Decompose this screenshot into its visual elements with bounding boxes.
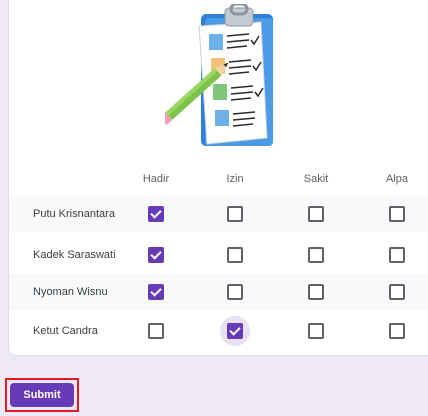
checkbox-putu-hadir[interactable]: [148, 206, 164, 222]
checkbox-putu-alpa[interactable]: [389, 206, 405, 222]
checkbox-ketut-sakit[interactable]: [308, 323, 324, 339]
row-label: Ketut Candra: [33, 325, 98, 337]
row-label: Kadek Saraswati: [33, 249, 116, 261]
grid-row-kadek-saraswati: Kadek Saraswati: [9, 237, 428, 273]
column-header-alpa: Alpa: [385, 173, 409, 185]
submit-highlight-box: Submit: [5, 378, 79, 412]
checkbox-kadek-izin[interactable]: [227, 247, 243, 263]
checkbox-kadek-hadir[interactable]: [148, 247, 164, 263]
column-header-hadir: Hadir: [142, 173, 170, 185]
row-label: Putu Krisnantara: [33, 208, 115, 220]
grid-row-putu-krisnantara: Putu Krisnantara: [9, 196, 428, 232]
checkbox-putu-izin[interactable]: [227, 206, 243, 222]
form-card: Hadir Izin Sakit Alpa Putu Krisnantara K…: [8, 0, 428, 356]
checkbox-nyoman-izin[interactable]: [227, 284, 243, 300]
grid-row-nyoman-wisnu: Nyoman Wisnu: [9, 274, 428, 310]
checkbox-kadek-sakit[interactable]: [308, 247, 324, 263]
checkbox-nyoman-sakit[interactable]: [308, 284, 324, 300]
checkbox-kadek-alpa[interactable]: [389, 247, 405, 263]
submit-button[interactable]: Submit: [10, 383, 74, 407]
checkbox-putu-sakit[interactable]: [308, 206, 324, 222]
row-label: Nyoman Wisnu: [33, 286, 108, 298]
column-header-izin: Izin: [226, 173, 244, 185]
checkbox-ketut-izin[interactable]: [227, 323, 243, 339]
grid-row-ketut-candra: Ketut Candra: [9, 313, 428, 349]
column-header-sakit: Sakit: [303, 173, 329, 185]
checkbox-nyoman-hadir[interactable]: [148, 284, 164, 300]
checkbox-ketut-alpa[interactable]: [389, 323, 405, 339]
checkbox-nyoman-alpa[interactable]: [389, 284, 405, 300]
clipboard-checklist-with-pencil-icon: [165, 4, 273, 146]
checkbox-ketut-hadir[interactable]: [148, 323, 164, 339]
